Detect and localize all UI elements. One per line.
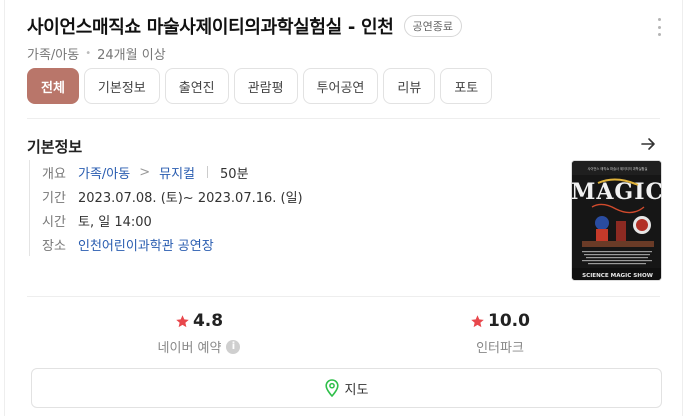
venue-link[interactable]: 인천어린이과학관 공연장 [78, 235, 214, 254]
age-text: 24개월 이상 [97, 48, 166, 63]
star-icon [176, 314, 189, 327]
runtime-text: 50분 [220, 166, 249, 182]
map-pin-icon [324, 379, 339, 397]
divider [207, 166, 209, 178]
header: 사이언스매직쇼 마술사제이티의과학실험실 - 인천 공연종료 가족/아동 • 2… [27, 12, 664, 63]
category-link[interactable]: 가족/아동 [78, 163, 130, 182]
map-button-label: 지도 [344, 382, 369, 398]
rating-score: 10.0 [488, 311, 530, 331]
info-row-overview: 개요 가족/아동 > 뮤지컬 50분 [42, 160, 303, 184]
tab-basic-info[interactable]: 기본정보 [83, 68, 160, 104]
subtitle-row: 가족/아동 • 24개월 이상 [27, 44, 664, 63]
tab-cast[interactable]: 출연진 [164, 68, 229, 104]
rating-provider: 인터파크 [476, 341, 524, 356]
info-label: 장소 [42, 238, 66, 254]
tab-bar: 전체 기본정보 출연진 관람평 투어공연 리뷰 포토 [27, 68, 493, 104]
title-row: 사이언스매직쇼 마술사제이티의과학실험실 - 인천 공연종료 [27, 12, 664, 40]
info-list: 개요 가족/아동 > 뮤지컬 50분 기간 2023.07.08. (토)~ 2… [29, 160, 303, 256]
poster-title-text: MAGIC [572, 179, 662, 205]
tab-tour[interactable]: 투어공연 [302, 68, 379, 104]
info-icon[interactable]: i [226, 339, 241, 354]
ratings-section: 4.8 네이버 예약 i 10.0 인터파크 [27, 310, 660, 358]
tab-reviews-audience[interactable]: 관람평 [233, 68, 298, 104]
tab-review[interactable]: 리뷰 [383, 68, 436, 104]
info-label: 개요 [42, 166, 66, 182]
poster-artwork: 사이언스 매직쇼 마술사 제이티의 과학실험실 MAGIC SCIENCE MA… [572, 161, 662, 280]
time-text: 토, 일 14:00 [78, 214, 152, 230]
rating-naver: 4.8 네이버 예약 i [119, 310, 279, 356]
rating-score: 4.8 [192, 311, 224, 331]
subcategory-link[interactable]: 뮤지컬 [159, 163, 195, 182]
info-label: 시간 [42, 214, 66, 230]
performance-card: 사이언스매직쇼 마술사제이티의과학실험실 - 인천 공연종료 가족/아동 • 2… [4, 0, 683, 416]
tab-photo[interactable]: 포토 [440, 68, 493, 104]
page-title: 사이언스매직쇼 마술사제이티의과학실험실 - 인천 [27, 17, 394, 38]
provider-row: 인터파크 [420, 337, 580, 356]
genre-text: 가족/아동 [27, 48, 80, 63]
score-row: 4.8 [119, 310, 279, 332]
arrow-right-icon[interactable] [640, 136, 656, 152]
period-text: 2023.07.08. (토)~ 2023.07.16. (일) [78, 190, 303, 206]
info-label: 기간 [42, 190, 66, 206]
star-icon [471, 314, 484, 327]
separator-dot: • [85, 48, 92, 59]
map-button[interactable]: 지도 [31, 368, 662, 408]
provider-row: 네이버 예약 i [119, 337, 279, 356]
info-row-period: 기간 2023.07.08. (토)~ 2023.07.16. (일) [42, 184, 303, 208]
rating-interpark: 10.0 인터파크 [420, 310, 580, 356]
poster-bottom-text: SCIENCE MAGIC SHOW [582, 273, 653, 279]
divider [27, 296, 660, 297]
breadcrumb-separator: > [139, 164, 151, 180]
poster-image[interactable]: 사이언스 매직쇼 마술사 제이티의 과학실험실 MAGIC SCIENCE MA… [571, 160, 662, 281]
info-row-time: 시간 토, 일 14:00 [42, 208, 303, 232]
rating-provider: 네이버 예약 [157, 341, 222, 356]
section-title: 기본정보 [27, 138, 83, 156]
score-row: 10.0 [420, 310, 580, 332]
divider [27, 118, 660, 119]
info-row-venue: 장소 인천어린이과학관 공연장 [42, 232, 303, 256]
poster-top-text: 사이언스 매직쇼 마술사 제이티의 과학실험실 [588, 166, 648, 171]
tab-all[interactable]: 전체 [27, 68, 79, 104]
more-options-icon[interactable] [654, 18, 664, 36]
status-badge: 공연종료 [403, 15, 463, 37]
